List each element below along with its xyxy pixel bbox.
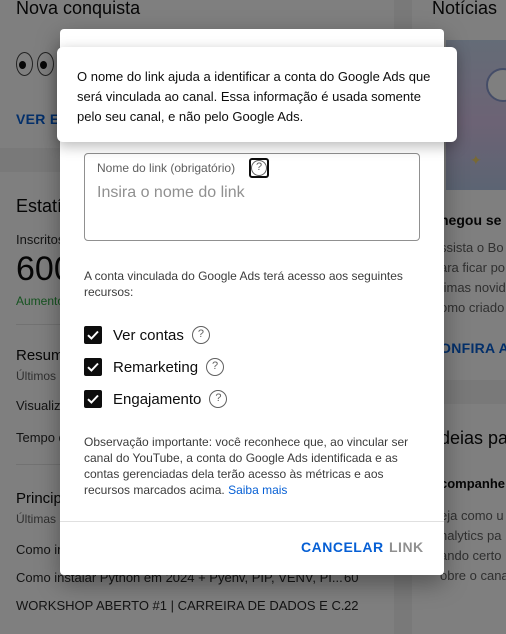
permission-label: Ver contas xyxy=(113,326,184,344)
check-icon xyxy=(87,330,99,340)
cancel-button[interactable]: CANCELAR xyxy=(301,539,384,555)
link-name-input[interactable] xyxy=(97,184,407,202)
access-description: A conta vinculada do Google Ads terá ace… xyxy=(84,269,403,299)
help-circle-icon[interactable]: ? xyxy=(206,358,225,376)
help-circle-icon[interactable]: ? xyxy=(191,326,210,344)
check-icon xyxy=(87,394,99,404)
permission-label: Remarketing xyxy=(113,358,199,376)
permission-engagement[interactable]: Engajamento ? xyxy=(84,389,228,409)
link-name-label: Nome do link (obrigatório) xyxy=(97,161,236,175)
learn-more-link[interactable]: Saiba mais xyxy=(228,483,287,497)
checkbox-checked[interactable] xyxy=(84,326,102,344)
help-tooltip: O nome do link ajuda a identificar a con… xyxy=(57,47,457,142)
important-note: Observação importante: você reconhece qu… xyxy=(84,434,422,498)
link-name-field[interactable]: Nome do link (obrigatório) ? xyxy=(84,153,420,241)
checkbox-checked[interactable] xyxy=(84,390,102,408)
permission-remarketing[interactable]: Remarketing ? xyxy=(84,357,225,377)
permission-label: Engajamento xyxy=(113,390,202,408)
check-icon xyxy=(87,362,99,372)
link-button[interactable]: LINK xyxy=(389,539,424,555)
help-circle-icon[interactable]: ? xyxy=(209,390,228,408)
checkbox-checked[interactable] xyxy=(84,358,102,376)
permission-view-accounts[interactable]: Ver contas ? xyxy=(84,325,210,345)
dialog-footer-divider xyxy=(60,521,444,522)
help-circle-icon[interactable]: ? xyxy=(249,158,269,178)
